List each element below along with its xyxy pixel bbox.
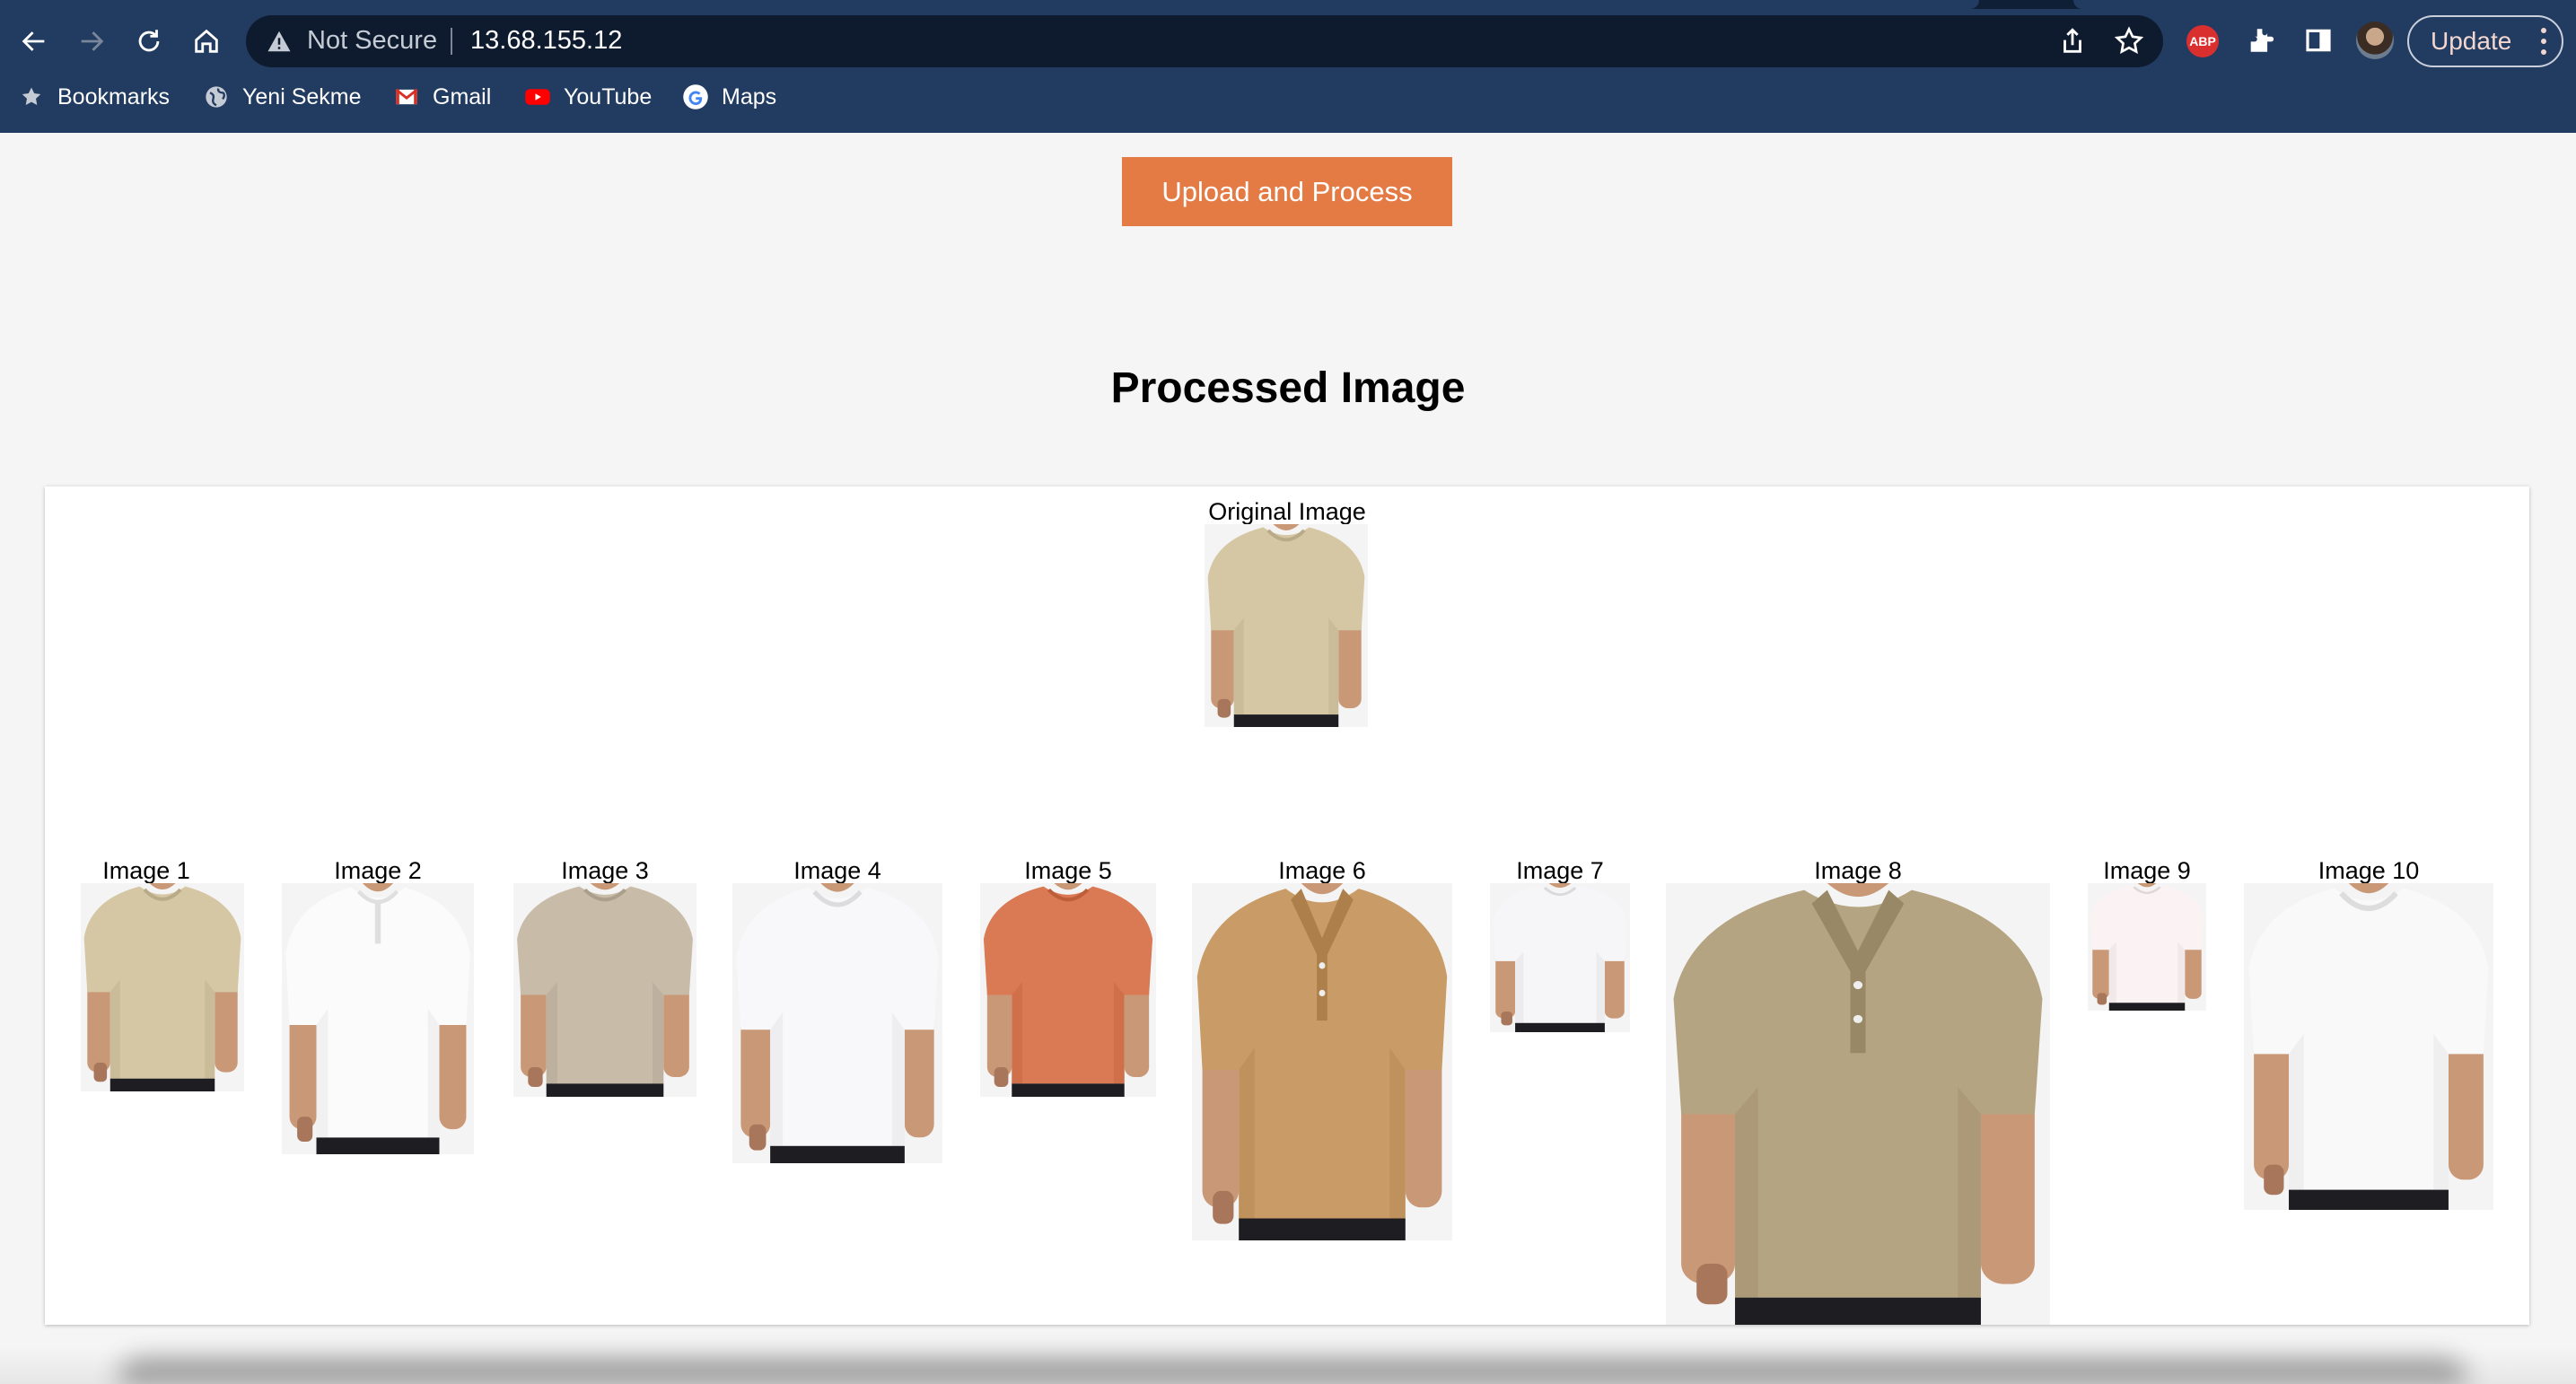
image-label: Image 6 [1278, 857, 1366, 884]
image-label: Image 4 [793, 857, 881, 884]
star-icon [22, 87, 41, 105]
result-item-4: Image 4 [732, 856, 942, 885]
image-label: Image 9 [2103, 857, 2191, 884]
adblock-icon[interactable]: ABP [2186, 25, 2219, 57]
bookmark-star-icon[interactable] [2113, 25, 2145, 57]
warning-icon[interactable] [266, 28, 293, 55]
bookmark-label: Gmail [433, 83, 492, 109]
original-image-block: Original Image [1194, 497, 1380, 526]
google-icon [683, 84, 708, 109]
bookmark-label: Bookmarks [57, 83, 171, 109]
youtube-icon [525, 89, 550, 105]
tshirt-photo-icon [81, 883, 244, 1091]
result-image-1 [81, 883, 244, 1091]
globe-icon [206, 86, 227, 108]
home-button[interactable] [181, 16, 232, 66]
url-text[interactable]: 13.68.155.12 [470, 26, 622, 56]
bookmark-item-yeni-sekme[interactable]: Yeni Sekme [203, 79, 362, 115]
bookmark-label: Maps [722, 83, 777, 109]
share-icon[interactable] [2057, 26, 2088, 57]
tab-strip [0, 0, 2576, 9]
profile-avatar[interactable] [2356, 22, 2394, 59]
result-item-6: Image 6 [1192, 856, 1452, 885]
tshirt-photo-icon [732, 883, 942, 1163]
bookmark-label: YouTube [564, 83, 653, 109]
image-label: Image 2 [334, 857, 422, 884]
tshirt-photo-icon [1490, 883, 1630, 1032]
result-item-9: Image 9 [2088, 856, 2206, 885]
window-bottom-edge [0, 1346, 2576, 1384]
arrow-left-icon [22, 31, 45, 51]
result-item-8: Image 8 [1666, 856, 2050, 885]
back-button[interactable] [9, 16, 59, 66]
update-button[interactable]: Update [2407, 15, 2563, 67]
browser-toolbar: Not Secure 13.68.155.12 ABP Update Bookm… [0, 0, 2576, 133]
tshirt-photo-icon [1666, 883, 2050, 1325]
image-label: Image 7 [1516, 857, 1604, 884]
more-menu-icon[interactable] [2540, 28, 2547, 55]
tshirt-photo-icon [513, 883, 697, 1097]
puzzle-icon [2250, 29, 2274, 52]
result-item-3: Image 3 [513, 856, 697, 885]
results-card: Original Image Image 1 Image 2 Image 3 I… [45, 486, 2529, 1325]
side-panel-button[interactable] [2300, 22, 2337, 59]
result-image-9 [2088, 883, 2206, 1011]
result-image-2 [282, 883, 474, 1154]
result-image-5 [980, 883, 1156, 1097]
result-image-6 [1192, 883, 1452, 1240]
result-image-7 [1490, 883, 1630, 1032]
image-label: Image 10 [2318, 857, 2420, 884]
original-image [1205, 524, 1368, 727]
gmail-icon [395, 88, 418, 105]
update-label: Update [2431, 27, 2512, 55]
result-item-2: Image 2 [282, 856, 474, 885]
address-bar[interactable]: Not Secure 13.68.155.12 [246, 15, 2163, 67]
result-image-10 [2244, 883, 2493, 1210]
result-image-3 [513, 883, 697, 1097]
result-item-10: Image 10 [2244, 856, 2493, 885]
original-image-label: Original Image [1208, 498, 1366, 525]
arrow-right-icon [81, 31, 104, 51]
result-image-4 [732, 883, 942, 1163]
side-panel-icon [2306, 29, 2331, 52]
result-item-5: Image 5 [980, 856, 1156, 885]
bookmark-item-bookmarks[interactable]: Bookmarks [18, 79, 170, 115]
tshirt-photo-icon [282, 883, 474, 1154]
extensions-button[interactable] [2242, 22, 2280, 59]
image-label: Image 1 [102, 857, 190, 884]
result-item-1: Image 1 [65, 856, 228, 885]
home-icon [195, 29, 218, 53]
address-divider [451, 28, 452, 55]
reload-icon [138, 30, 160, 52]
result-image-8 [1666, 883, 2050, 1325]
tshirt-photo-icon [980, 883, 1156, 1097]
tshirt-photo-icon [1205, 524, 1368, 727]
bookmarks-bar: Bookmarks Yeni Sekme Gmail YouTube Maps [0, 79, 2576, 115]
security-status[interactable]: Not Secure [307, 26, 437, 56]
upload-and-process-button[interactable]: Upload and Process [1122, 157, 1452, 226]
page-title: Processed Image [1110, 364, 1466, 412]
forward-button[interactable] [66, 16, 117, 66]
image-label: Image 3 [561, 857, 649, 884]
reload-button[interactable] [124, 16, 174, 66]
tshirt-photo-icon [2088, 883, 2206, 1011]
image-label: Image 8 [1814, 857, 1902, 884]
tshirt-photo-icon [1192, 883, 1452, 1240]
image-label: Image 5 [1024, 857, 1112, 884]
tshirt-photo-icon [2244, 883, 2493, 1210]
bookmark-item-gmail[interactable]: Gmail [393, 79, 491, 115]
bookmark-item-youtube[interactable]: YouTube [524, 79, 652, 115]
bookmark-label: Yeni Sekme [242, 83, 362, 109]
result-item-7: Image 7 [1490, 856, 1630, 885]
bookmark-item-maps[interactable]: Maps [682, 79, 776, 115]
